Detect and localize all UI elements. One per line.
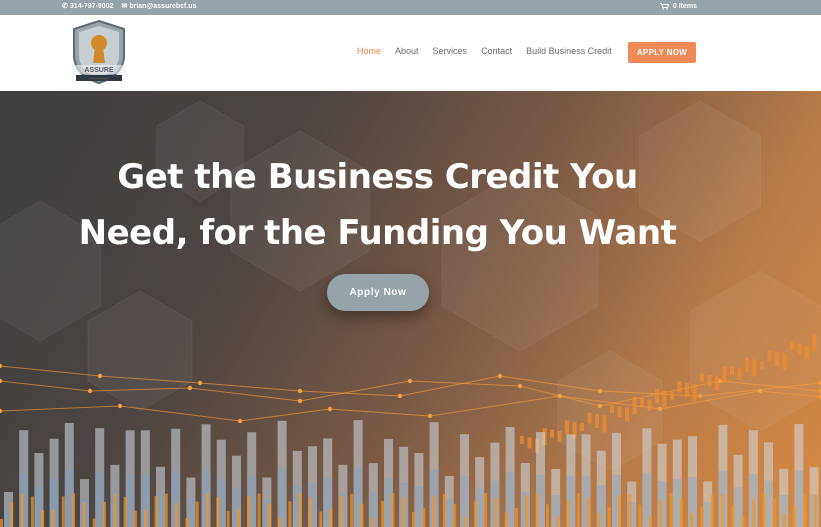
phone-contact[interactable]: ✆ 314-797-9002 [62, 3, 113, 10]
contact-info: ✆ 314-797-9002 ✉ brian@assurebcf.us [62, 3, 196, 10]
email-address: brian@assurebcf.us [129, 3, 197, 10]
cart-icon [659, 3, 669, 10]
nav-about[interactable]: About [395, 46, 419, 56]
site-header: ASSURE ~~~~~~~~ Home About Services Cont… [0, 15, 821, 91]
nav-contact[interactable]: Contact [481, 46, 512, 56]
headline-line-2: Need, for the Funding You Want [78, 213, 677, 253]
top-bar: ✆ 314-797-9002 ✉ brian@assurebcf.us 0 It… [0, 0, 821, 15]
hero-apply-button[interactable]: Apply Now [327, 274, 429, 311]
email-contact[interactable]: ✉ brian@assurebcf.us [121, 3, 196, 10]
phone-number: 314-797-9002 [69, 3, 114, 10]
header-apply-button[interactable]: APPLY NOW [628, 42, 696, 63]
keyhole-shield-logo[interactable]: ASSURE ~~~~~~~~ [70, 19, 128, 85]
envelope-icon: ✉ [121, 3, 128, 10]
cart-link[interactable]: 0 Items [659, 3, 697, 10]
headline-line-1: Get the Business Credit You [117, 157, 638, 197]
hero-section: Get the Business Credit You Need, for th… [0, 91, 821, 527]
nav-home[interactable]: Home [357, 46, 381, 56]
cart-count: 0 Items [672, 3, 697, 10]
svg-text:ASSURE: ASSURE [84, 67, 114, 74]
main-nav: Home About Services Contact Build Busine… [357, 46, 626, 56]
hero-headline: Get the Business Credit You Need, for th… [40, 149, 715, 261]
phone-icon: ✆ [62, 3, 68, 10]
nav-build-business-credit[interactable]: Build Business Credit [526, 46, 612, 56]
nav-services[interactable]: Services [433, 46, 468, 56]
svg-text:~~~~~~~~: ~~~~~~~~ [90, 76, 109, 81]
